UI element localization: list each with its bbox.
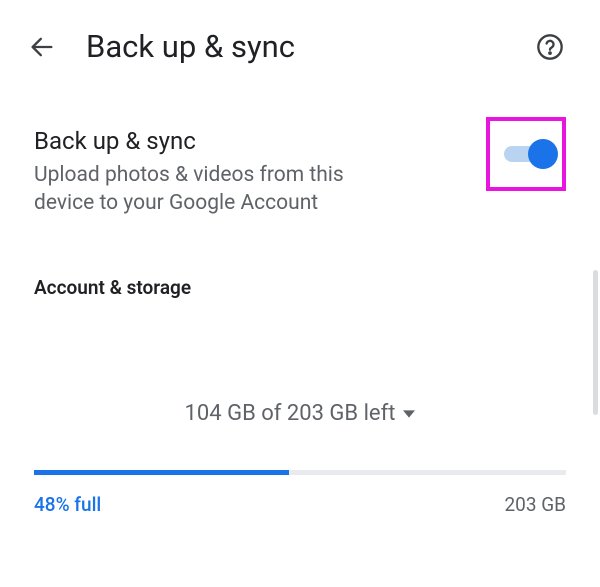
- backup-sync-subtitle: Upload photos & videos from this device …: [34, 161, 394, 218]
- storage-progress-bar: [34, 470, 566, 475]
- storage-progress-fill: [34, 470, 289, 475]
- help-circle-icon: [536, 33, 564, 61]
- backup-sync-toggle[interactable]: [504, 139, 556, 169]
- storage-summary-dropdown[interactable]: 104 GB of 203 GB left: [34, 401, 566, 426]
- arrow-left-icon: [28, 33, 56, 61]
- storage-summary-text: 104 GB of 203 GB left: [185, 401, 396, 426]
- backup-sync-text: Back up & sync Upload photos & videos fr…: [34, 127, 486, 218]
- toggle-highlight: [486, 117, 566, 191]
- storage-progress: 48% full 203 GB: [34, 470, 566, 516]
- toggle-knob: [528, 139, 558, 169]
- account-storage-header: Account & storage: [34, 276, 566, 299]
- backup-sync-row: Back up & sync Upload photos & videos fr…: [34, 127, 566, 218]
- scrollbar[interactable]: [593, 270, 598, 415]
- help-button[interactable]: [532, 29, 568, 65]
- storage-total-capacity: 203 GB: [504, 493, 566, 516]
- storage-percent-full: 48% full: [34, 493, 101, 516]
- topbar: Back up & sync: [0, 0, 600, 75]
- main-content: Back up & sync Upload photos & videos fr…: [0, 75, 600, 516]
- back-button[interactable]: [24, 29, 60, 65]
- backup-sync-title: Back up & sync: [34, 127, 476, 155]
- caret-down-icon: [403, 401, 415, 426]
- page-title: Back up & sync: [86, 28, 506, 65]
- storage-progress-labels: 48% full 203 GB: [34, 493, 566, 516]
